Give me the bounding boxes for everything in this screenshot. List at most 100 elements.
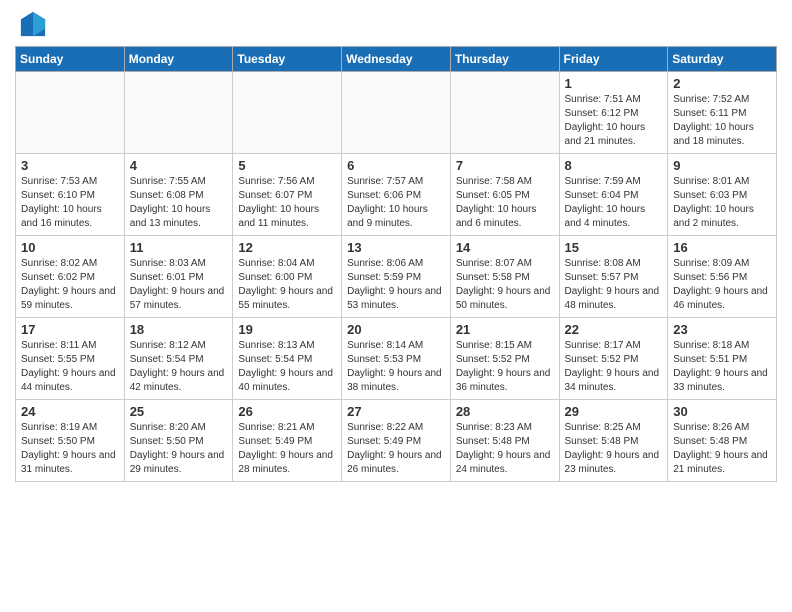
day-cell: 6 Sunrise: 7:57 AM Sunset: 6:06 PM Daylig… [342, 154, 451, 236]
day-number: 5 [238, 158, 336, 173]
day-number: 20 [347, 322, 445, 337]
day-info: Sunrise: 8:20 AM Sunset: 5:50 PM Dayligh… [130, 421, 228, 477]
weekday-header-row: SundayMondayTuesdayWednesdayThursdayFrid… [16, 47, 777, 72]
day-info: Sunrise: 8:03 AM Sunset: 6:01 PM Dayligh… [130, 257, 228, 313]
weekday-thursday: Thursday [450, 47, 559, 72]
day-info: Sunrise: 8:01 AM Sunset: 6:03 PM Dayligh… [673, 175, 771, 231]
day-info: Sunrise: 8:12 AM Sunset: 5:54 PM Dayligh… [130, 339, 228, 395]
day-cell: 30 Sunrise: 8:26 AM Sunset: 5:48 PM Dayli… [668, 400, 777, 482]
day-cell: 18 Sunrise: 8:12 AM Sunset: 5:54 PM Dayli… [124, 318, 233, 400]
day-cell: 8 Sunrise: 7:59 AM Sunset: 6:04 PM Daylig… [559, 154, 668, 236]
day-number: 23 [673, 322, 771, 337]
day-info: Sunrise: 8:06 AM Sunset: 5:59 PM Dayligh… [347, 257, 445, 313]
day-cell: 1 Sunrise: 7:51 AM Sunset: 6:12 PM Daylig… [559, 72, 668, 154]
day-info: Sunrise: 7:51 AM Sunset: 6:12 PM Dayligh… [565, 93, 663, 149]
calendar-table: SundayMondayTuesdayWednesdayThursdayFrid… [15, 46, 777, 482]
day-cell: 19 Sunrise: 8:13 AM Sunset: 5:54 PM Dayli… [233, 318, 342, 400]
weekday-friday: Friday [559, 47, 668, 72]
weekday-saturday: Saturday [668, 47, 777, 72]
page-header [15, 10, 777, 38]
day-cell [342, 72, 451, 154]
day-cell: 7 Sunrise: 7:58 AM Sunset: 6:05 PM Daylig… [450, 154, 559, 236]
day-cell: 26 Sunrise: 8:21 AM Sunset: 5:49 PM Dayli… [233, 400, 342, 482]
day-info: Sunrise: 8:02 AM Sunset: 6:02 PM Dayligh… [21, 257, 119, 313]
day-cell: 28 Sunrise: 8:23 AM Sunset: 5:48 PM Dayli… [450, 400, 559, 482]
day-cell: 14 Sunrise: 8:07 AM Sunset: 5:58 PM Dayli… [450, 236, 559, 318]
day-info: Sunrise: 8:21 AM Sunset: 5:49 PM Dayligh… [238, 421, 336, 477]
day-number: 13 [347, 240, 445, 255]
day-number: 6 [347, 158, 445, 173]
week-row-5: 24Sunrise: 8:19 AM Sunset: 5:50 PM Dayli… [16, 400, 777, 482]
week-row-1: 1 Sunrise: 7:51 AM Sunset: 6:12 PM Daylig… [16, 72, 777, 154]
day-info: Sunrise: 8:26 AM Sunset: 5:48 PM Dayligh… [673, 421, 771, 477]
day-cell: 24Sunrise: 8:19 AM Sunset: 5:50 PM Dayli… [16, 400, 125, 482]
day-cell: 17 Sunrise: 8:11 AM Sunset: 5:55 PM Dayli… [16, 318, 125, 400]
day-info: Sunrise: 8:25 AM Sunset: 5:48 PM Dayligh… [565, 421, 663, 477]
day-cell: 29 Sunrise: 8:25 AM Sunset: 5:48 PM Dayli… [559, 400, 668, 482]
day-number: 25 [130, 404, 228, 419]
day-number: 19 [238, 322, 336, 337]
logo-icon [19, 10, 47, 38]
day-cell: 12 Sunrise: 8:04 AM Sunset: 6:00 PM Dayli… [233, 236, 342, 318]
day-cell: 11Sunrise: 8:03 AM Sunset: 6:01 PM Dayli… [124, 236, 233, 318]
day-cell: 23 Sunrise: 8:18 AM Sunset: 5:51 PM Dayli… [668, 318, 777, 400]
weekday-monday: Monday [124, 47, 233, 72]
day-number: 12 [238, 240, 336, 255]
day-info: Sunrise: 8:15 AM Sunset: 5:52 PM Dayligh… [456, 339, 554, 395]
day-info: Sunrise: 8:04 AM Sunset: 6:00 PM Dayligh… [238, 257, 336, 313]
day-cell [233, 72, 342, 154]
day-info: Sunrise: 8:09 AM Sunset: 5:56 PM Dayligh… [673, 257, 771, 313]
day-number: 30 [673, 404, 771, 419]
day-cell: 4Sunrise: 7:55 AM Sunset: 6:08 PM Daylig… [124, 154, 233, 236]
day-number: 9 [673, 158, 771, 173]
calendar-page: SundayMondayTuesdayWednesdayThursdayFrid… [0, 0, 792, 492]
day-info: Sunrise: 8:08 AM Sunset: 5:57 PM Dayligh… [565, 257, 663, 313]
day-cell: 10Sunrise: 8:02 AM Sunset: 6:02 PM Dayli… [16, 236, 125, 318]
day-info: Sunrise: 7:57 AM Sunset: 6:06 PM Dayligh… [347, 175, 445, 231]
day-number: 26 [238, 404, 336, 419]
day-number: 27 [347, 404, 445, 419]
day-number: 2 [673, 76, 771, 91]
day-info: Sunrise: 8:23 AM Sunset: 5:48 PM Dayligh… [456, 421, 554, 477]
day-cell: 5 Sunrise: 7:56 AM Sunset: 6:07 PM Daylig… [233, 154, 342, 236]
day-info: Sunrise: 8:07 AM Sunset: 5:58 PM Dayligh… [456, 257, 554, 313]
logo [15, 10, 47, 38]
day-info: Sunrise: 8:18 AM Sunset: 5:51 PM Dayligh… [673, 339, 771, 395]
day-info: Sunrise: 8:17 AM Sunset: 5:52 PM Dayligh… [565, 339, 663, 395]
day-info: Sunrise: 8:22 AM Sunset: 5:49 PM Dayligh… [347, 421, 445, 477]
day-info: Sunrise: 8:13 AM Sunset: 5:54 PM Dayligh… [238, 339, 336, 395]
day-cell: 27 Sunrise: 8:22 AM Sunset: 5:49 PM Dayli… [342, 400, 451, 482]
day-info: Sunrise: 7:58 AM Sunset: 6:05 PM Dayligh… [456, 175, 554, 231]
day-info: Sunrise: 7:52 AM Sunset: 6:11 PM Dayligh… [673, 93, 771, 149]
day-info: Sunrise: 7:59 AM Sunset: 6:04 PM Dayligh… [565, 175, 663, 231]
week-row-3: 10Sunrise: 8:02 AM Sunset: 6:02 PM Dayli… [16, 236, 777, 318]
day-cell: 22 Sunrise: 8:17 AM Sunset: 5:52 PM Dayli… [559, 318, 668, 400]
day-number: 8 [565, 158, 663, 173]
day-number: 18 [130, 322, 228, 337]
day-cell [450, 72, 559, 154]
day-info: Sunrise: 8:14 AM Sunset: 5:53 PM Dayligh… [347, 339, 445, 395]
day-number: 15 [565, 240, 663, 255]
day-info: Sunrise: 8:11 AM Sunset: 5:55 PM Dayligh… [21, 339, 119, 395]
day-number: 17 [21, 322, 119, 337]
day-number: 7 [456, 158, 554, 173]
day-cell: 9 Sunrise: 8:01 AM Sunset: 6:03 PM Daylig… [668, 154, 777, 236]
day-number: 14 [456, 240, 554, 255]
day-cell [124, 72, 233, 154]
day-number: 1 [565, 76, 663, 91]
day-number: 29 [565, 404, 663, 419]
day-number: 21 [456, 322, 554, 337]
day-info: Sunrise: 7:55 AM Sunset: 6:08 PM Dayligh… [130, 175, 228, 231]
day-cell [16, 72, 125, 154]
day-number: 28 [456, 404, 554, 419]
day-number: 22 [565, 322, 663, 337]
weekday-tuesday: Tuesday [233, 47, 342, 72]
day-number: 16 [673, 240, 771, 255]
day-info: Sunrise: 7:53 AM Sunset: 6:10 PM Dayligh… [21, 175, 119, 231]
day-number: 3 [21, 158, 119, 173]
weekday-wednesday: Wednesday [342, 47, 451, 72]
day-cell: 20 Sunrise: 8:14 AM Sunset: 5:53 PM Dayli… [342, 318, 451, 400]
day-cell: 2 Sunrise: 7:52 AM Sunset: 6:11 PM Daylig… [668, 72, 777, 154]
weekday-sunday: Sunday [16, 47, 125, 72]
day-info: Sunrise: 7:56 AM Sunset: 6:07 PM Dayligh… [238, 175, 336, 231]
